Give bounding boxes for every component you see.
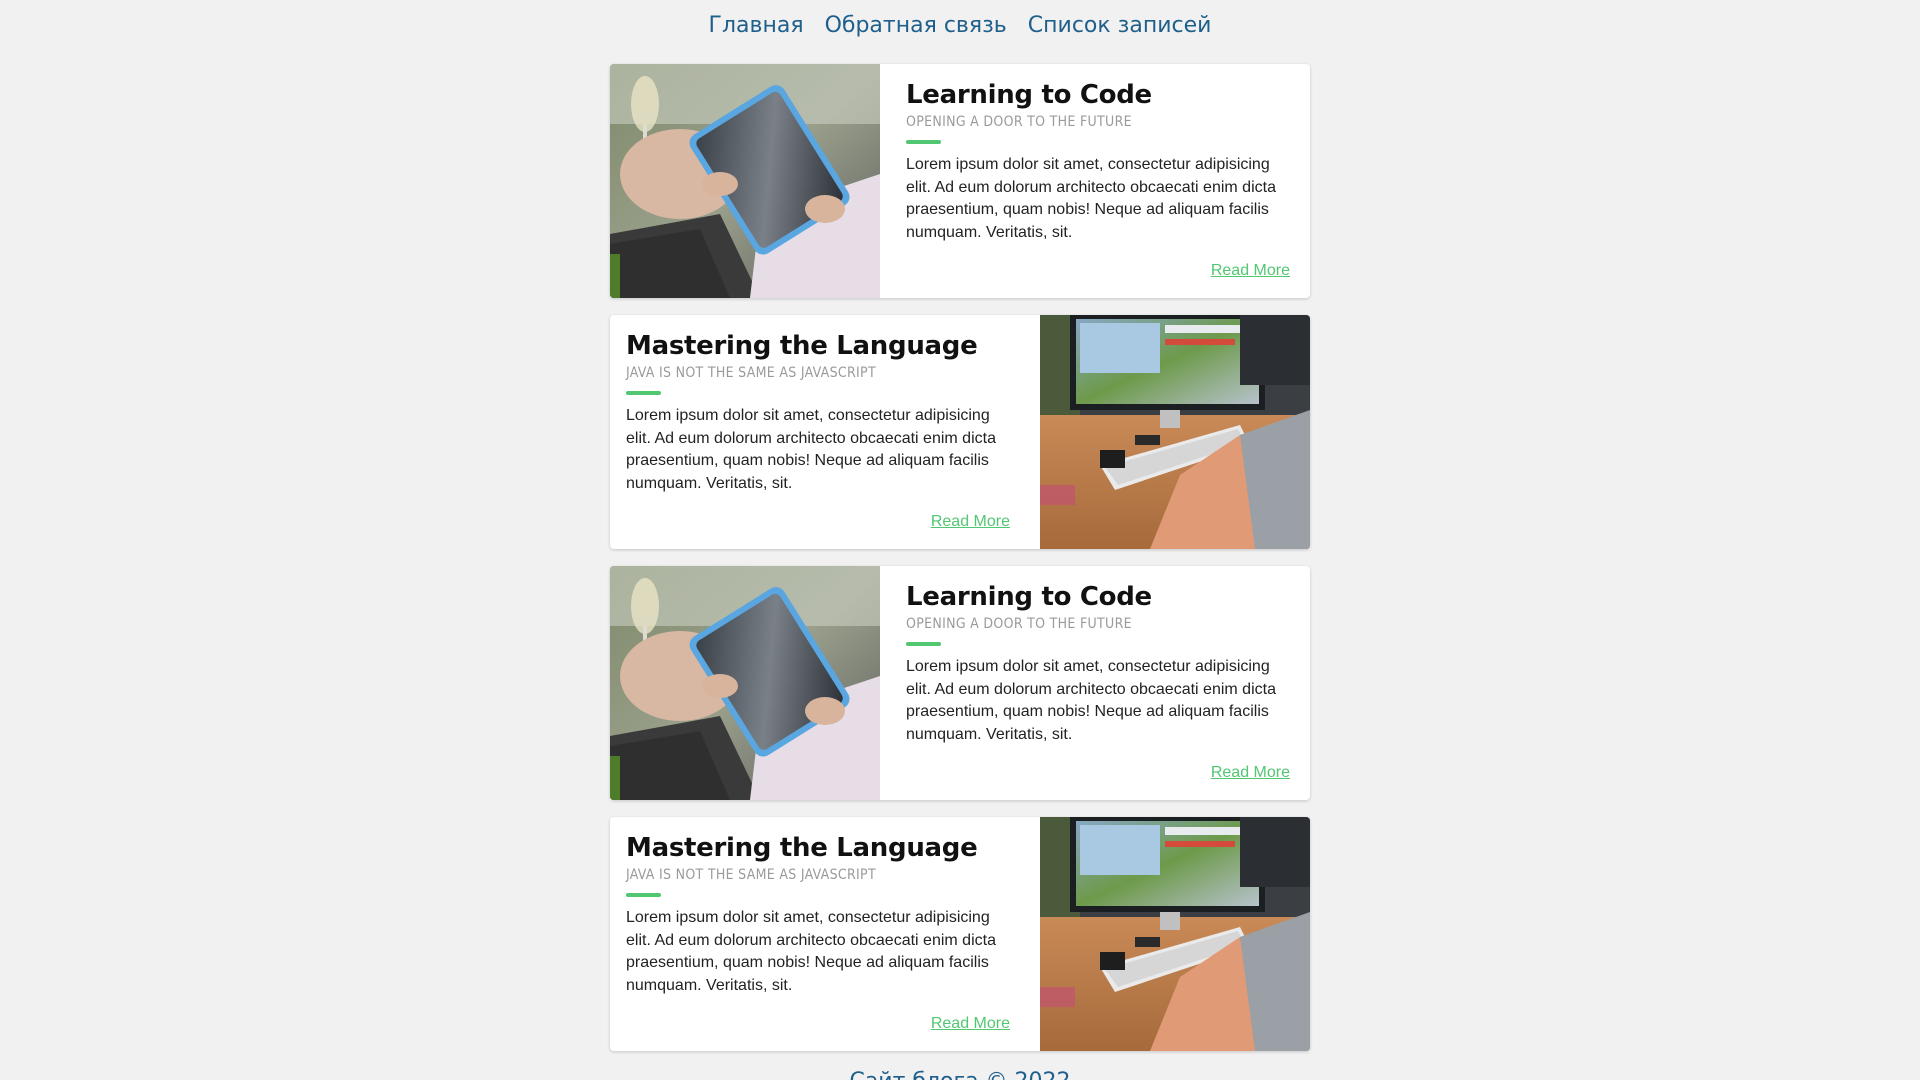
post-card: Mastering the Language JAVA IS NOT THE S… [610,817,1310,1051]
top-navigation: Главная Обратная связь Список записей [0,0,1920,50]
nav-link-home[interactable]: Главная [709,13,804,38]
post-excerpt: Lorem ipsum dolor sit amet, consectetur … [906,156,1276,241]
tablet-photo [610,64,880,298]
desk-photo [1040,817,1310,1051]
read-more-link[interactable]: Read More [931,1015,1010,1033]
desk-photo [1040,315,1310,549]
post-subtitle: JAVA IS NOT THE SAME AS JAVASCRIPT [626,365,876,381]
post-content: Mastering the Language JAVA IS NOT THE S… [610,315,1040,549]
post-title: Mastering the Language [626,331,978,361]
post-content: Learning to Code OPENING A DOOR TO THE F… [880,566,1310,800]
post-image-desk [1040,817,1310,1051]
accent-divider [906,642,941,646]
read-more-link[interactable]: Read More [931,513,1010,531]
post-title: Mastering the Language [626,833,978,863]
post-subtitle: OPENING A DOOR TO THE FUTURE [906,616,1132,632]
post-image-tablet [610,64,880,298]
accent-divider [626,893,661,897]
post-card: Learning to Code OPENING A DOOR TO THE F… [610,566,1310,800]
post-card: Learning to Code OPENING A DOOR TO THE F… [610,64,1310,298]
nav-link-posts-list[interactable]: Список записей [1028,13,1212,38]
nav-link-feedback[interactable]: Обратная связь [825,13,1007,38]
post-subtitle: OPENING A DOOR TO THE FUTURE [906,114,1132,130]
tablet-photo [610,566,880,800]
footer-copyright: Сайт блога © 2022 [849,1069,1070,1080]
post-content: Learning to Code OPENING A DOOR TO THE F… [880,64,1310,298]
accent-divider [906,140,941,144]
accent-divider [626,391,661,395]
post-image-tablet [610,566,880,800]
post-image-desk [1040,315,1310,549]
post-card: Mastering the Language JAVA IS NOT THE S… [610,315,1310,549]
post-content: Mastering the Language JAVA IS NOT THE S… [610,817,1040,1051]
post-title: Learning to Code [906,80,1152,110]
post-excerpt: Lorem ipsum dolor sit amet, consectetur … [626,909,996,994]
posts-list: Learning to Code OPENING A DOOR TO THE F… [610,64,1310,1051]
post-excerpt: Lorem ipsum dolor sit amet, consectetur … [906,658,1276,743]
post-title: Learning to Code [906,582,1152,612]
site-footer: Сайт блога © 2022 [0,1069,1920,1080]
read-more-link[interactable]: Read More [1211,262,1290,280]
post-subtitle: JAVA IS NOT THE SAME AS JAVASCRIPT [626,867,876,883]
read-more-link[interactable]: Read More [1211,764,1290,782]
post-excerpt: Lorem ipsum dolor sit amet, consectetur … [626,407,996,492]
